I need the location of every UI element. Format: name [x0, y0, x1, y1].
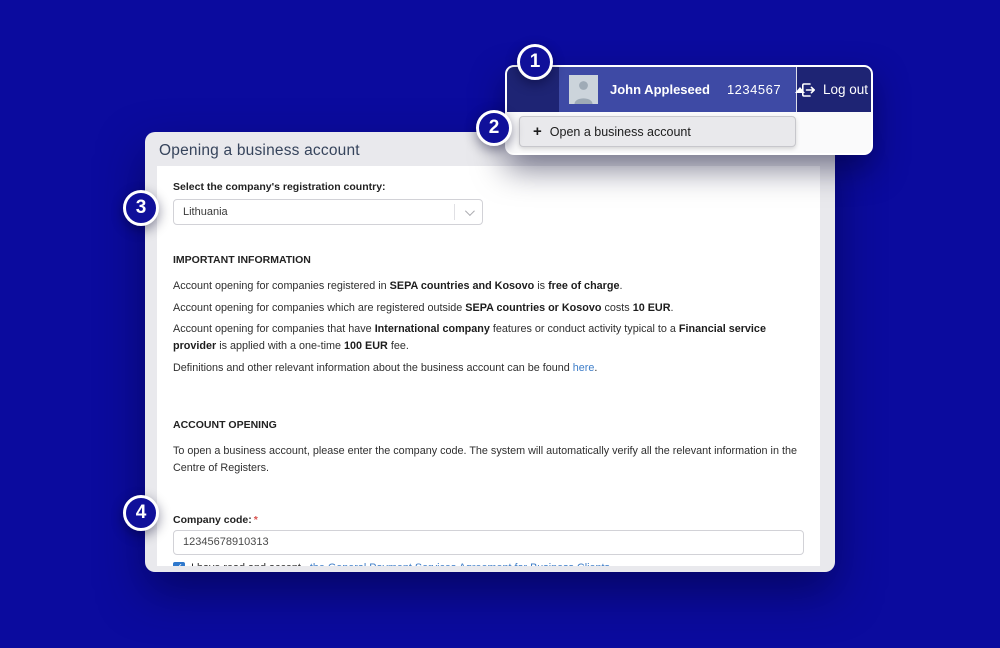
- open-business-account-label: Open a business account: [550, 125, 691, 139]
- avatar: [569, 75, 598, 104]
- text-run: costs: [601, 302, 632, 314]
- text-run: Company code:: [173, 514, 252, 526]
- company-code-input[interactable]: [173, 530, 804, 555]
- country-select-label: Select the company's registration countr…: [173, 181, 804, 193]
- text-run: Account opening for companies registered…: [173, 280, 390, 292]
- country-select-toggle[interactable]: [455, 209, 482, 216]
- text-run: fee.: [388, 340, 409, 352]
- chevron-down-icon: [465, 206, 475, 216]
- person-icon: [569, 75, 598, 104]
- logout-label: Log out: [823, 82, 868, 97]
- text-run: Definitions and other relevant informati…: [173, 362, 573, 374]
- agreement-checkbox-label: I have read and accept: [191, 562, 301, 567]
- text-run: free of charge: [548, 280, 619, 292]
- step-badge-4: 4: [123, 495, 159, 531]
- required-asterisk: *: [254, 514, 258, 526]
- text-run: SEPA countries and Kosovo: [390, 280, 535, 292]
- text-run: 10 EUR: [633, 302, 671, 314]
- user-account-id: 1234567: [727, 82, 781, 97]
- panel-content-card: Select the company's registration countr…: [157, 166, 820, 566]
- user-name: John Appleseed: [610, 82, 710, 97]
- step-badge-2: 2: [476, 110, 512, 146]
- page-title: Opening a business account: [159, 142, 360, 160]
- info-paragraph-1: Account opening for companies registered…: [173, 278, 804, 295]
- logout-icon: [800, 82, 816, 98]
- agreement-checkbox[interactable]: ✓: [173, 562, 185, 567]
- navbar: John Appleseed 1234567 Log out: [507, 67, 871, 112]
- account-opening-paragraph: To open a business account, please enter…: [173, 443, 804, 477]
- text-run: is: [534, 280, 548, 292]
- info-paragraph-4: Definitions and other relevant informati…: [173, 360, 804, 377]
- country-select[interactable]: Lithuania: [173, 199, 483, 225]
- user-menu-trigger[interactable]: John Appleseed 1234567: [559, 67, 796, 112]
- here-link[interactable]: here: [573, 362, 595, 374]
- text-run: .: [619, 280, 622, 292]
- logout-button[interactable]: Log out: [796, 67, 871, 112]
- text-run: International company: [375, 323, 490, 335]
- step-badge-3: 3: [123, 190, 159, 226]
- text-run: Account opening for companies that have: [173, 323, 375, 335]
- user-session-widget: John Appleseed 1234567 Log out + Open a …: [505, 65, 873, 155]
- plus-icon: +: [533, 124, 542, 139]
- text-run: SEPA countries or Kosovo: [465, 302, 601, 314]
- info-paragraph-2: Account opening for companies which are …: [173, 300, 804, 317]
- text-run: is applied with a one-time: [216, 340, 344, 352]
- text-run: Account opening for companies which are …: [173, 302, 465, 314]
- account-opening-heading: ACCOUNT OPENING: [173, 419, 804, 431]
- agreement-checkbox-row: ✓ I have read and accept the General Pay…: [173, 562, 804, 567]
- user-dropdown-panel: + Open a business account: [507, 112, 871, 153]
- business-account-panel: Opening a business account Select the co…: [145, 132, 835, 572]
- step-badge-1: 1: [517, 44, 553, 80]
- text-run: .: [671, 302, 674, 314]
- text-run: .: [594, 362, 597, 374]
- open-business-account-menu-item[interactable]: + Open a business account: [519, 116, 796, 147]
- text-run: features or conduct activity typical to …: [490, 323, 679, 335]
- country-select-value: Lithuania: [174, 206, 454, 218]
- text-run: 100 EUR: [344, 340, 388, 352]
- agreement-link[interactable]: the General Payment Services Agreement f…: [310, 562, 610, 567]
- important-information-heading: IMPORTANT INFORMATION: [173, 254, 804, 266]
- info-paragraph-3: Account opening for companies that have …: [173, 321, 804, 355]
- company-code-label: Company code:*: [173, 514, 804, 526]
